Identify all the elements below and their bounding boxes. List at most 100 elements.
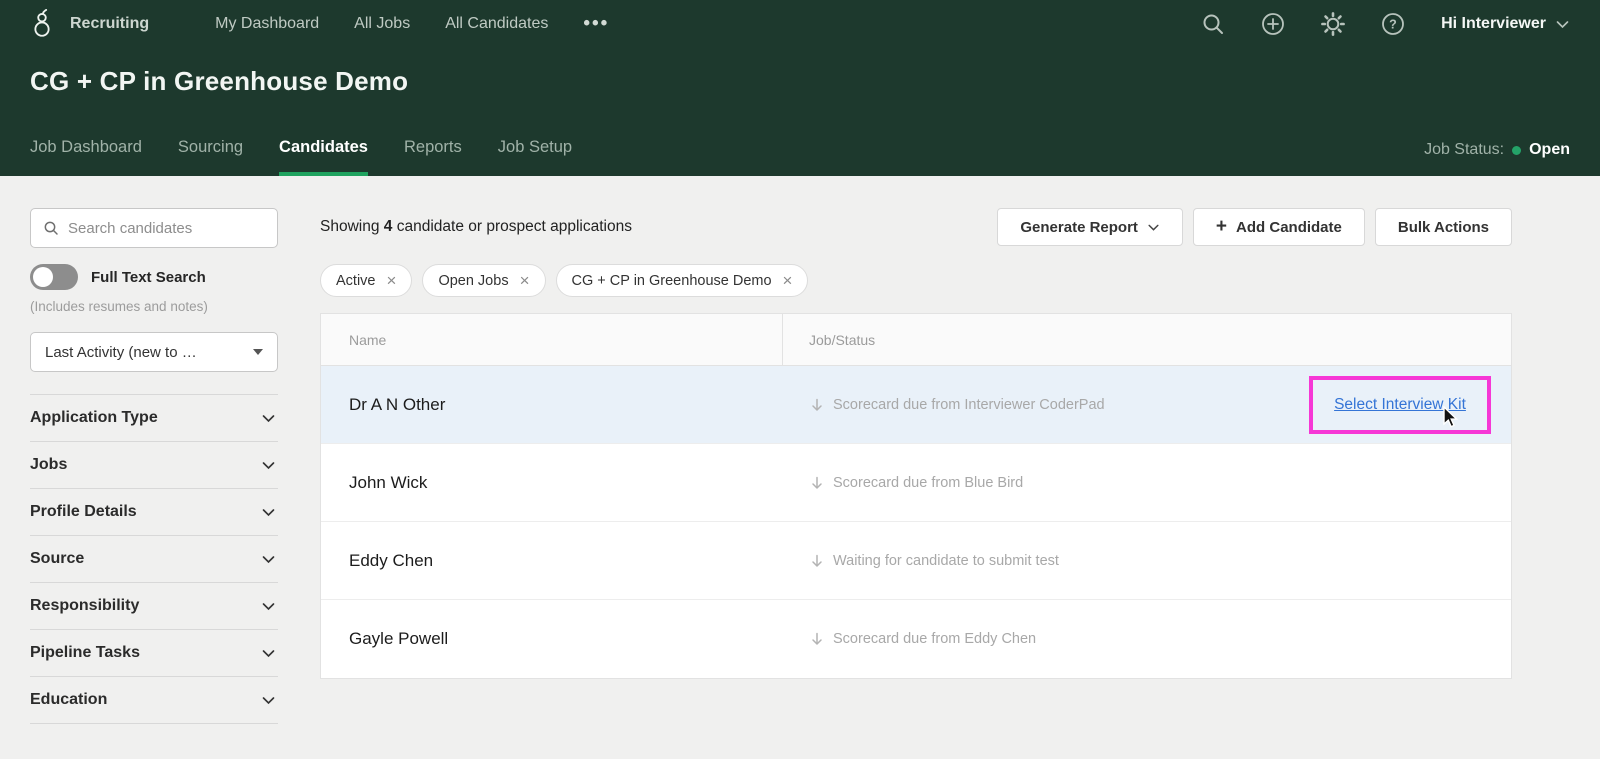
content-area: Full Text Search (Includes resumes and n…	[0, 176, 1600, 724]
candidate-name[interactable]: Dr A N Other	[321, 366, 783, 443]
chevron-down-icon	[261, 552, 276, 567]
add-icon[interactable]	[1261, 12, 1285, 36]
status-dot-icon	[1512, 145, 1522, 155]
candidate-name[interactable]: Gayle Powell	[321, 600, 783, 678]
tab-job-setup[interactable]: Job Setup	[498, 126, 572, 176]
arrow-down-icon	[809, 475, 825, 491]
column-header-job-status[interactable]: Job/Status	[783, 314, 1511, 365]
filter-chip-cg-cp-in-greenhouse-demo: CG + CP in Greenhouse Demo ×	[555, 264, 809, 297]
generate-report-button[interactable]: Generate Report	[997, 208, 1183, 246]
filter-sidebar: Full Text Search (Includes resumes and n…	[30, 208, 278, 724]
active-filter-chips: Active × Open Jobs × CG + CP in Greenhouse D…	[320, 264, 1512, 297]
sort-dropdown[interactable]: Last Activity (new to …	[30, 332, 278, 372]
chevron-down-icon	[261, 411, 276, 426]
remove-chip-icon[interactable]: ×	[387, 272, 397, 289]
tab-sourcing[interactable]: Sourcing	[178, 126, 243, 176]
candidates-main: Showing 4 candidate or prospect applicat…	[320, 208, 1512, 724]
filter-section-label: Education	[30, 691, 108, 708]
table-header: Name Job/Status	[321, 314, 1511, 366]
search-icon	[44, 221, 58, 235]
nav-item-all-jobs[interactable]: All Jobs	[354, 15, 410, 33]
filter-section-jobs[interactable]: Jobs	[30, 442, 278, 489]
table-row[interactable]: John Wick Scorecard due from Blue Bird	[321, 444, 1511, 522]
full-text-search-toggle[interactable]	[30, 264, 78, 290]
candidate-name[interactable]: Eddy Chen	[321, 522, 783, 599]
chip-label: Open Jobs	[438, 272, 509, 289]
filter-section-label: Pipeline Tasks	[30, 644, 140, 661]
caret-down-icon	[253, 349, 263, 355]
table-row[interactable]: Eddy Chen Waiting for candidate to submit…	[321, 522, 1511, 600]
filter-chip-open-jobs: Open Jobs ×	[422, 264, 546, 297]
results-summary: Showing 4 candidate or prospect applicat…	[320, 218, 632, 235]
filter-section-label: Source	[30, 550, 85, 567]
filter-section-profile-details[interactable]: Profile Details	[30, 489, 278, 536]
job-status-label: Job Status:	[1424, 141, 1505, 158]
product-name: Recruiting	[70, 15, 150, 32]
chevron-down-icon	[261, 646, 276, 661]
mouse-cursor-icon	[1443, 406, 1459, 428]
results-count: 4	[383, 218, 393, 235]
column-header-name[interactable]: Name	[321, 314, 783, 365]
bulk-actions-button[interactable]: Bulk Actions	[1374, 208, 1512, 246]
filter-chip-active: Active ×	[320, 264, 413, 297]
plus-icon: +	[1215, 215, 1228, 237]
search-candidates-input[interactable]	[68, 219, 265, 237]
filter-section-label: Responsibility	[30, 597, 140, 614]
remove-chip-icon[interactable]: ×	[783, 272, 793, 289]
user-name: Hi Interviewer	[1441, 15, 1546, 32]
filter-section-application-type[interactable]: Application Type	[30, 395, 278, 442]
search-icon[interactable]	[1201, 12, 1225, 36]
chip-label: Active	[336, 272, 376, 289]
table-row[interactable]: Dr A N Other Scorecard due from Interview…	[321, 366, 1511, 444]
greenhouse-logo-icon	[30, 9, 54, 39]
job-tabs: Job Dashboard Sourcing Candidates Reports Jo…	[30, 126, 572, 176]
filter-section-education[interactable]: Education	[30, 677, 278, 724]
full-text-search-note: (Includes resumes and notes)	[30, 299, 208, 314]
nav-item-my-dashboard[interactable]: My Dashboard	[215, 15, 319, 33]
candidate-name[interactable]: John Wick	[321, 444, 783, 521]
table-body: Dr A N Other Scorecard due from Interview…	[321, 366, 1511, 678]
job-status-value[interactable]: Open	[1529, 141, 1570, 159]
filter-section-pipeline-tasks[interactable]: Pipeline Tasks	[30, 630, 278, 677]
candidate-status: Scorecard due from Eddy Chen	[783, 600, 1511, 678]
status-text: Scorecard due from Interviewer CoderPad	[833, 396, 1105, 413]
status-text: Scorecard due from Blue Bird	[833, 474, 1024, 491]
chevron-down-icon	[261, 693, 276, 708]
chevron-down-icon	[261, 505, 276, 520]
chevron-down-icon	[261, 599, 276, 614]
filter-section-source[interactable]: Source	[30, 536, 278, 583]
nav-item-all-candidates[interactable]: All Candidates	[445, 15, 548, 33]
chevron-down-icon	[1555, 17, 1570, 32]
tab-candidates[interactable]: Candidates	[279, 126, 368, 176]
gear-icon[interactable]	[1321, 12, 1345, 36]
chevron-down-icon	[1148, 224, 1159, 231]
tab-job-dashboard[interactable]: Job Dashboard	[30, 126, 142, 176]
job-status: Job Status: Open	[1424, 141, 1570, 176]
filter-section-responsibility[interactable]: Responsibility	[30, 583, 278, 630]
filter-section-label: Application Type	[30, 409, 158, 426]
primary-nav: My Dashboard All Jobs All Candidates	[215, 15, 548, 33]
filter-sections: Application Type Jobs Profile Details Sourc…	[30, 394, 278, 724]
top-navigation-bar: Recruiting My Dashboard All Jobs All Candi…	[0, 0, 1600, 48]
user-menu[interactable]: Hi Interviewer	[1441, 15, 1570, 33]
table-row[interactable]: Gayle Powell Scorecard due from Eddy Chen	[321, 600, 1511, 678]
help-icon[interactable]: ?	[1381, 12, 1405, 36]
candidate-status: Waiting for candidate to submit test	[783, 522, 1511, 599]
remove-chip-icon[interactable]: ×	[520, 272, 530, 289]
job-header: CG + CP in Greenhouse Demo Job Dashboard…	[0, 48, 1600, 176]
chevron-down-icon	[261, 458, 276, 473]
arrow-down-icon	[809, 631, 825, 647]
filter-section-label: Jobs	[30, 456, 68, 473]
add-candidate-button[interactable]: + Add Candidate	[1192, 208, 1365, 246]
candidates-table: Name Job/Status Dr A N Other Scorecard du…	[320, 313, 1512, 679]
chip-label: CG + CP in Greenhouse Demo	[571, 272, 772, 289]
candidate-status: Scorecard due from Blue Bird	[783, 444, 1511, 521]
filter-section-label: Profile Details	[30, 503, 137, 520]
more-menu-button[interactable]: •••	[583, 13, 609, 35]
arrow-down-icon	[809, 553, 825, 569]
arrow-down-icon	[809, 397, 825, 413]
status-text: Waiting for candidate to submit test	[833, 552, 1059, 569]
sort-dropdown-value: Last Activity (new to …	[45, 343, 197, 361]
tab-reports[interactable]: Reports	[404, 126, 462, 176]
svg-text:?: ?	[1389, 18, 1397, 32]
